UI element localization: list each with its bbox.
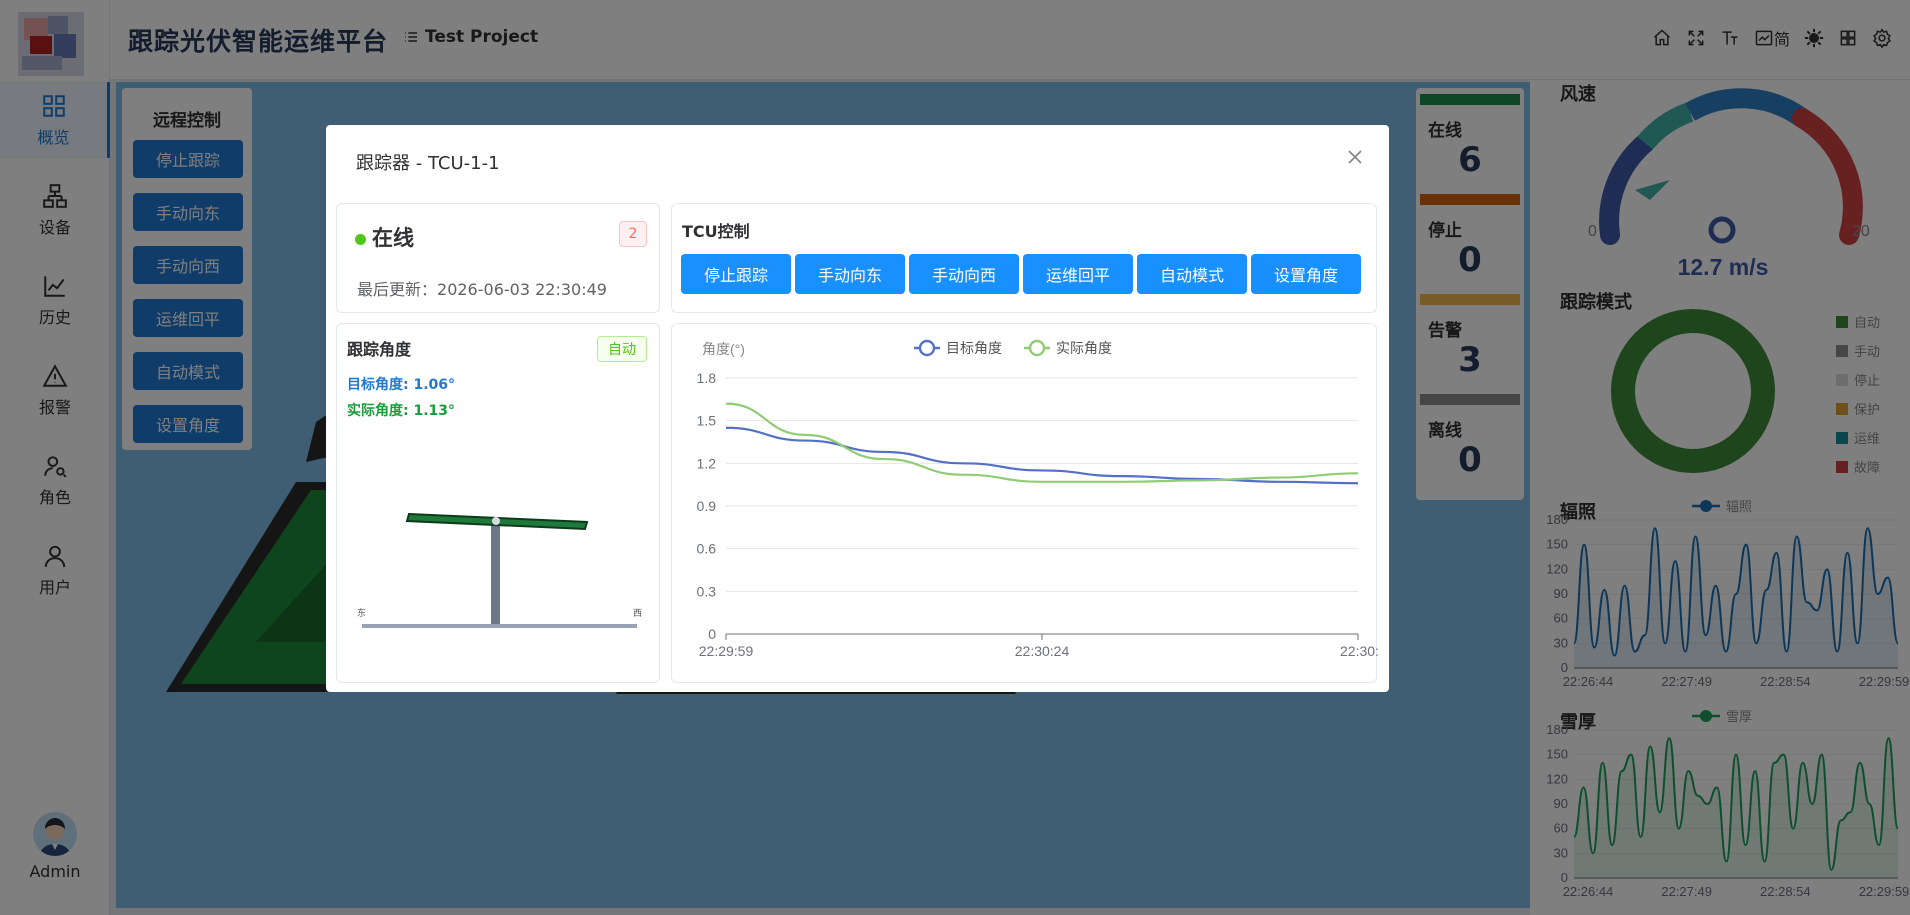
tcu-control-card: TCU控制 停止跟踪 手动向东 手动向西 运维回平 自动模式 设置角度 bbox=[671, 203, 1377, 313]
angle-history-chart: 角度(°) 0 0.3 0.6 0.9 1.2 1.5 1.8 22:29:59 22:30:24… bbox=[697, 339, 1379, 659]
tcu-manual-west-button[interactable]: 手动向西 bbox=[909, 254, 1019, 294]
y-tick-label: 0.6 bbox=[697, 541, 717, 557]
tcu-stop-tracking-button[interactable]: 停止跟踪 bbox=[681, 254, 791, 294]
tcu-maintenance-flat-button[interactable]: 运维回平 bbox=[1023, 254, 1133, 294]
y-tick-label: 1.2 bbox=[697, 455, 717, 471]
tcu-control-title: TCU控制 bbox=[682, 222, 750, 241]
tracker-detail-modal: 跟踪器 - TCU-1-1 在线 2 最后更新：2026-06-03 22:30… bbox=[326, 125, 1389, 692]
y-tick-label: 1.5 bbox=[697, 413, 717, 429]
tcu-manual-east-button[interactable]: 手动向东 bbox=[795, 254, 905, 294]
west-label: 西 bbox=[633, 608, 642, 618]
alert-count-badge: 2 bbox=[619, 221, 647, 247]
modal-title: 跟踪器 - TCU-1-1 bbox=[356, 153, 500, 174]
legend-label: 实际角度 bbox=[1056, 340, 1112, 356]
legend-label: 目标角度 bbox=[946, 340, 1002, 356]
legend-marker bbox=[918, 339, 936, 357]
online-dot bbox=[355, 233, 366, 245]
east-label: 东 bbox=[357, 607, 366, 618]
legend-marker bbox=[1028, 339, 1046, 357]
online-status-text: 在线 bbox=[372, 226, 414, 250]
angle-history-card: 角度(°) 0 0.3 0.6 0.9 1.2 1.5 1.8 22:29:59 22:30:24… bbox=[671, 323, 1379, 683]
y-tick-label: 0 bbox=[708, 626, 716, 642]
last-update-label: 最后更新： bbox=[357, 280, 438, 299]
x-tick-label: 22:30: bbox=[1340, 643, 1378, 659]
online-status: 在线 bbox=[355, 222, 414, 252]
x-tick-label: 22:29:59 bbox=[699, 643, 754, 659]
x-tick-label: 22:30:24 bbox=[1015, 643, 1070, 659]
tcu-auto-mode-button[interactable]: 自动模式 bbox=[1137, 254, 1247, 294]
y-tick-label: 1.8 bbox=[697, 370, 717, 386]
y-tick-label: 0.9 bbox=[697, 498, 717, 514]
tracker-status-card: 在线 2 最后更新：2026-06-03 22:30:49 bbox=[336, 203, 660, 313]
tracking-angle-card: 跟踪角度 自动 目标角度: 1.06° 实际角度: 1.13° 东 西 bbox=[336, 323, 660, 683]
close-icon[interactable] bbox=[1343, 145, 1367, 169]
tcu-set-angle-button[interactable]: 设置角度 bbox=[1251, 254, 1361, 294]
y-axis-label: 角度(°) bbox=[702, 341, 745, 357]
tracker-angle-diagram: 东 西 bbox=[357, 512, 642, 628]
y-tick-label: 0.3 bbox=[697, 583, 717, 599]
last-update: 最后更新：2026-06-03 22:30:49 bbox=[357, 276, 607, 300]
last-update-time: 2026-06-03 22:30:49 bbox=[437, 280, 607, 299]
